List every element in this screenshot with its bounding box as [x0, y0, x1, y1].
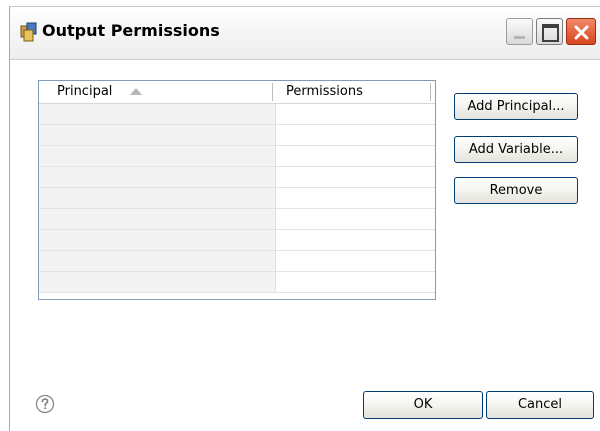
table-header: Principal Permissions — [39, 81, 435, 104]
permissions-cell — [276, 209, 435, 229]
title-bar[interactable]: Output Permissions — [10, 7, 600, 60]
close-button[interactable] — [566, 18, 596, 45]
principal-cell — [39, 125, 276, 145]
permissions-cell — [276, 167, 435, 187]
output-permissions-dialog: Output Permissions Principal Permissions — [9, 6, 600, 431]
add-principal-button[interactable]: Add Principal... — [454, 93, 578, 120]
dialog-title: Output Permissions — [42, 21, 220, 40]
table-row[interactable] — [39, 146, 435, 167]
permissions-cell — [276, 104, 435, 124]
column-divider[interactable] — [272, 83, 273, 101]
principal-cell — [39, 188, 276, 208]
table-row[interactable] — [39, 272, 435, 293]
table-row[interactable] — [39, 188, 435, 209]
permissions-cell — [276, 125, 435, 145]
permissions-table[interactable]: Principal Permissions — [38, 80, 436, 300]
permissions-cell — [276, 230, 435, 250]
table-row[interactable] — [39, 251, 435, 272]
principal-cell — [39, 230, 276, 250]
principal-cell — [39, 104, 276, 124]
column-divider[interactable] — [430, 83, 431, 101]
table-row[interactable] — [39, 230, 435, 251]
maximize-button[interactable] — [536, 18, 563, 45]
sort-ascending-icon — [130, 88, 142, 95]
principal-cell — [39, 272, 276, 292]
principal-cell — [39, 167, 276, 187]
ok-button[interactable]: OK — [363, 391, 483, 419]
permissions-app-icon — [20, 22, 38, 42]
cancel-button[interactable]: Cancel — [486, 391, 594, 419]
remove-button[interactable]: Remove — [454, 177, 578, 204]
table-row[interactable] — [39, 104, 435, 125]
permissions-cell — [276, 146, 435, 166]
add-variable-button[interactable]: Add Variable... — [454, 136, 578, 163]
table-body — [39, 104, 435, 293]
principal-cell — [39, 209, 276, 229]
table-row[interactable] — [39, 209, 435, 230]
permissions-cell — [276, 188, 435, 208]
table-row[interactable] — [39, 167, 435, 188]
column-header-principal[interactable]: Principal — [57, 84, 112, 99]
permissions-cell — [276, 251, 435, 271]
help-icon[interactable] — [35, 394, 55, 414]
close-icon — [574, 25, 589, 40]
dialog-content: Principal Permissions Add Principal... A… — [10, 60, 600, 431]
table-row[interactable] — [39, 125, 435, 146]
minimize-button[interactable] — [506, 18, 533, 45]
permissions-cell — [276, 272, 435, 292]
column-header-permissions[interactable]: Permissions — [286, 84, 363, 99]
principal-cell — [39, 146, 276, 166]
principal-cell — [39, 251, 276, 271]
